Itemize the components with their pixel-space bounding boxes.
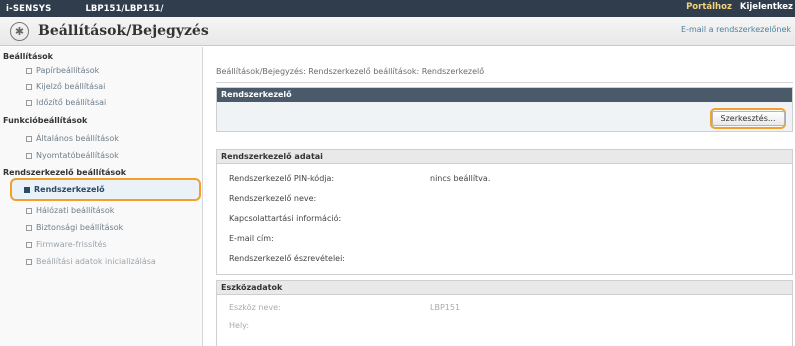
sidebar-item-timer[interactable]: Időzítő beállításai [26, 98, 106, 107]
sidebar-item-label: Nyomtatóbeállítások [36, 151, 119, 160]
row-value: nincs beállítva. [430, 174, 491, 183]
section-title: Rendszerkezelő adatai [217, 150, 792, 164]
sidebar-item-admin[interactable]: Rendszerkezelő [10, 178, 201, 201]
sidebar-item-label: Papírbeállítások [36, 66, 100, 75]
row-label: Rendszerkezelő PIN-kódja: [229, 174, 335, 183]
row-label: Eszköz neve: [229, 303, 281, 312]
section-title: Eszközadatok [217, 281, 792, 295]
row-label: Rendszerkezelő neve: [229, 194, 317, 203]
bullet-icon [26, 135, 32, 142]
divider [216, 82, 793, 83]
gear-icon: ✱ [10, 21, 29, 41]
sidebar-head-settings[interactable]: Beállítások [3, 52, 53, 61]
bullet-icon [26, 99, 32, 106]
row-label: Kapcsolattartási információ: [229, 214, 342, 223]
bullet-icon [26, 207, 32, 214]
bullet-icon [26, 152, 32, 159]
model-name: LBP151/LBP151/ [85, 3, 164, 14]
admin-section: Rendszerkezelő Szerkesztés... [216, 87, 793, 132]
sidebar-item-printer[interactable]: Nyomtatóbeállítások [26, 151, 119, 160]
sidebar-item-label: Időzítő beállításai [36, 98, 107, 107]
breadcrumb: Beállítások/Bejegyzés: Rendszerkezelő be… [216, 67, 485, 76]
row-label: Rendszerkezelő észrevételei: [229, 254, 345, 263]
sidebar-item-general[interactable]: Általános beállítások [26, 134, 119, 143]
sidebar-item-init[interactable]: Beállítási adatok inicializálása [26, 257, 156, 266]
sidebar-item-label: Biztonsági beállítások [36, 223, 124, 232]
sidebar-item-security[interactable]: Biztonsági beállítások [26, 223, 123, 232]
edit-button[interactable]: Szerkesztés... [710, 108, 786, 129]
top-links: Portálhoz Kijelentkez [686, 2, 793, 12]
bullet-icon [26, 83, 32, 90]
logout-link[interactable]: Kijelentkez [740, 2, 793, 12]
sidebar-item-paper[interactable]: Papírbeállítások [26, 66, 99, 75]
row-label: E-mail cím: [229, 234, 274, 243]
sidebar-item-label: Beállítási adatok inicializálása [36, 257, 156, 266]
row-label: Hely: [229, 321, 250, 330]
admin-info-section: Rendszerkezelő adatai Rendszerkezelő PIN… [216, 149, 793, 275]
sidebar-item-label: Hálózati beállítások [36, 206, 115, 215]
sidebar-head-function[interactable]: Funkcióbeállítások [3, 116, 87, 125]
main-content: Beállítások/Bejegyzés: Rendszerkezelő be… [206, 47, 795, 346]
portal-link[interactable]: Portálhoz [686, 2, 732, 12]
brand-logo: i-SENSYS [6, 3, 52, 14]
sidebar-item-label: Általános beállítások [36, 134, 119, 143]
bullet-icon [24, 186, 30, 193]
sidebar-item-network[interactable]: Hálózati beállítások [26, 206, 114, 215]
bullet-icon [26, 241, 32, 248]
sidebar-item-label: Kijelző beállításai [36, 82, 106, 91]
sidebar: Beállítások Papírbeállítások Kijelző beá… [0, 47, 203, 346]
edit-button-label: Szerkesztés... [711, 111, 785, 126]
sidebar-item-label: Rendszerkezelő [34, 185, 105, 194]
bullet-icon [26, 67, 32, 74]
bullet-icon [26, 224, 32, 231]
top-bar: i-SENSYS LBP151/LBP151/ Portálhoz Kijele… [0, 0, 795, 17]
sidebar-item-label: Firmware-frissítés [36, 240, 107, 249]
bullet-icon [26, 258, 32, 265]
email-admin-link[interactable]: E-mail a rendszerkezelőnek [681, 25, 791, 34]
sidebar-item-display[interactable]: Kijelző beállításai [26, 82, 105, 91]
sidebar-item-firmware[interactable]: Firmware-frissítés [26, 240, 107, 249]
page-title: Beállítások/Bejegyzés [38, 23, 209, 39]
title-bar: ✱ Beállítások/Bejegyzés E-mail a rendsze… [0, 17, 795, 46]
row-value: LBP151 [430, 303, 461, 312]
device-info-section: Eszközadatok Eszköz neve: LBP151 Hely: [216, 280, 793, 346]
sidebar-head-admin[interactable]: Rendszerkezelő beállítások [3, 168, 126, 177]
section-title: Rendszerkezelő [217, 88, 792, 102]
